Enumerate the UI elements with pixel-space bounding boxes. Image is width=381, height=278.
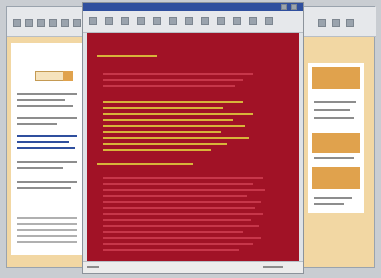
- paragraph-line: [103, 183, 253, 185]
- toolbar-icon[interactable]: [346, 19, 354, 27]
- blue-link[interactable]: [17, 135, 77, 137]
- document-page: [87, 33, 299, 261]
- highlight-line: [103, 137, 249, 139]
- toolbar-icon[interactable]: [61, 19, 69, 27]
- text-line: [17, 181, 77, 183]
- toolbar-icon[interactable]: [49, 19, 57, 27]
- blue-link[interactable]: [17, 147, 75, 149]
- heading-line: [97, 55, 157, 57]
- edit-icon[interactable]: [249, 17, 257, 25]
- mail-icon[interactable]: [233, 17, 241, 25]
- paragraph-line: [103, 85, 235, 87]
- text-line: [17, 161, 77, 163]
- highlight-line: [103, 143, 227, 145]
- highlight-line: [103, 113, 253, 115]
- highlight-line: [103, 107, 223, 109]
- right-tab[interactable]: [312, 167, 360, 189]
- blue-link[interactable]: [17, 141, 69, 143]
- text-line: [17, 187, 71, 189]
- paragraph-line: [103, 177, 263, 179]
- text-line: [17, 105, 73, 107]
- toolbar-icon[interactable]: [332, 19, 340, 27]
- toolbar-icon[interactable]: [13, 19, 21, 27]
- right-tab[interactable]: [312, 67, 360, 89]
- text-line: [17, 117, 77, 119]
- status-indicator: [87, 266, 99, 268]
- paragraph-line: [103, 73, 253, 75]
- history-icon[interactable]: [201, 17, 209, 25]
- refresh-icon[interactable]: [137, 17, 145, 25]
- paragraph-line: [103, 249, 239, 251]
- paragraph-line: [103, 219, 251, 221]
- paragraph-line: [103, 207, 255, 209]
- paragraph-line: [103, 79, 243, 81]
- text-line: [314, 109, 350, 111]
- table-row: [17, 241, 77, 243]
- paragraph-line: [103, 225, 259, 227]
- text-line: [17, 99, 65, 101]
- highlight-line: [103, 119, 233, 121]
- toolbar-icon[interactable]: [73, 19, 81, 27]
- text-line: [17, 123, 57, 125]
- text-line: [314, 197, 352, 199]
- paragraph-line: [103, 201, 261, 203]
- toolbar-icon[interactable]: [25, 19, 33, 27]
- forward-icon[interactable]: [105, 17, 113, 25]
- paragraph-line: [103, 237, 261, 239]
- print-icon[interactable]: [217, 17, 225, 25]
- highlight-line: [103, 131, 221, 133]
- highlight-line: [103, 101, 243, 103]
- left-search-button[interactable]: [63, 71, 73, 81]
- favorites-icon[interactable]: [185, 17, 193, 25]
- minimize-icon[interactable]: [281, 4, 287, 10]
- status-indicator: [263, 266, 283, 268]
- stop-icon[interactable]: [121, 17, 129, 25]
- paragraph-line: [103, 243, 253, 245]
- paragraph-line: [103, 195, 247, 197]
- section-heading-line: [97, 163, 193, 165]
- title-bar: [83, 3, 303, 11]
- discuss-icon[interactable]: [265, 17, 273, 25]
- paragraph-line: [103, 213, 263, 215]
- highlight-line: [103, 149, 211, 151]
- toolbar-icon[interactable]: [37, 19, 45, 27]
- table-row: [17, 229, 77, 231]
- text-line: [314, 157, 354, 159]
- table-row: [17, 217, 77, 219]
- toolbar-icon[interactable]: [318, 19, 326, 27]
- left-browser-window: [6, 6, 91, 268]
- text-line: [314, 203, 344, 205]
- highlight-line: [103, 125, 245, 127]
- search-icon[interactable]: [169, 17, 177, 25]
- close-icon[interactable]: [291, 4, 297, 10]
- text-line: [17, 93, 77, 95]
- paragraph-line: [103, 231, 243, 233]
- right-tab[interactable]: [312, 133, 360, 153]
- document-window: [82, 2, 304, 274]
- text-line: [17, 167, 63, 169]
- back-icon[interactable]: [89, 17, 97, 25]
- table-row: [17, 223, 77, 225]
- text-line: [314, 117, 354, 119]
- table-row: [17, 235, 77, 237]
- paragraph-line: [103, 189, 265, 191]
- right-browser-window: [297, 6, 376, 268]
- home-icon[interactable]: [153, 17, 161, 25]
- text-line: [314, 101, 356, 103]
